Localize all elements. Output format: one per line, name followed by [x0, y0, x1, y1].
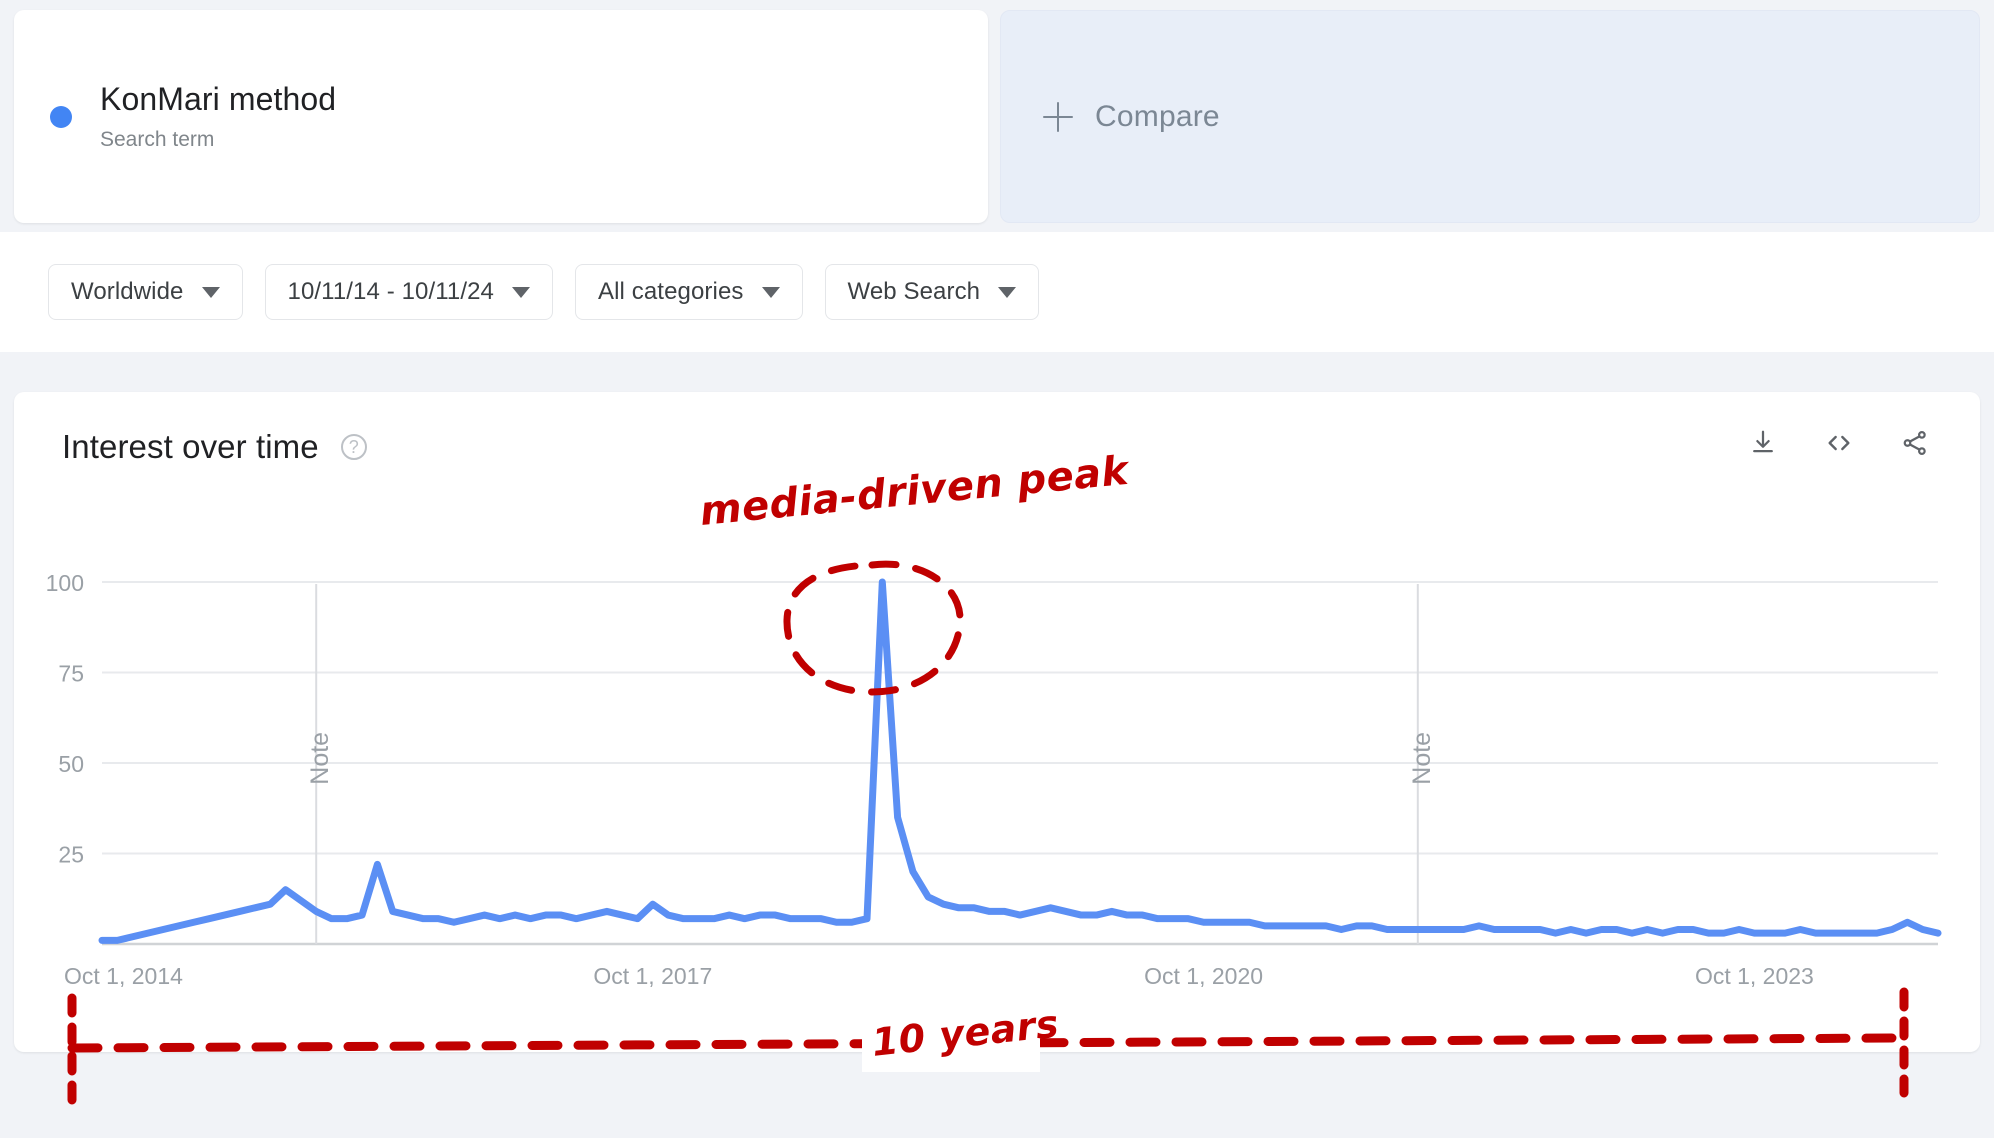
series-color-dot [50, 105, 72, 128]
compare-card[interactable]: Compare [1000, 10, 1980, 223]
search-type-filter[interactable]: Web Search [824, 264, 1040, 320]
interest-line-chart: 25 50 75 100 Note Note Oct 1, 2014 Oct 1, 2017 O… [46, 570, 1942, 989]
note-marker-label[interactable]: Note [1408, 732, 1436, 785]
section-divider [0, 352, 1994, 392]
search-term-title: KonMari method [100, 81, 337, 118]
plus-icon [1043, 101, 1073, 132]
chevron-down-icon [201, 286, 220, 298]
help-circle-icon[interactable]: ? [340, 434, 367, 460]
chevron-down-icon [512, 286, 531, 298]
y-axis-tick-label: 25 [58, 842, 84, 868]
region-filter-label: Worldwide [71, 278, 184, 305]
chart-plot-area[interactable]: 25 50 75 100 Note Note Oct 1, 2014 Oct 1, 2017 O… [14, 496, 1980, 1052]
date-range-filter-label: 10/11/14 - 10/11/24 [287, 278, 495, 305]
filter-bar: Worldwide 10/11/14 - 10/11/24 All catego… [0, 232, 1994, 352]
category-filter[interactable]: All categories [575, 264, 803, 320]
y-axis-tick-label: 75 [58, 661, 84, 687]
download-icon[interactable] [1746, 426, 1780, 460]
note-marker-label[interactable]: Note [306, 732, 334, 785]
chart-header: Interest over time ? [14, 392, 1980, 502]
date-range-filter[interactable]: 10/11/14 - 10/11/24 [264, 264, 554, 320]
search-type-filter-label: Web Search [847, 278, 981, 305]
search-term-bar: KonMari method Search term Compare [0, 0, 1994, 232]
search-term-card[interactable]: KonMari method Search term [14, 10, 988, 223]
compare-label: Compare [1095, 99, 1220, 133]
y-axis-tick-label: 50 [58, 751, 84, 777]
page-title: Interest over time [62, 428, 319, 465]
chevron-down-icon [761, 286, 780, 298]
chevron-down-icon [998, 286, 1017, 298]
region-filter[interactable]: Worldwide [48, 264, 243, 320]
interest-over-time-card: Interest over time ? 25 50 75 100 Note N… [14, 392, 1980, 1052]
share-icon[interactable] [1898, 426, 1932, 460]
x-axis-tick-label: Oct 1, 2020 [1144, 963, 1263, 989]
search-term-texts: KonMari method Search term [100, 81, 336, 152]
search-term-subtitle: Search term [100, 127, 215, 151]
chart-actions [1746, 426, 1932, 460]
y-axis-tick-label: 100 [46, 570, 84, 596]
embed-code-icon[interactable] [1822, 426, 1856, 460]
x-axis-tick-label: Oct 1, 2014 [64, 963, 183, 989]
x-axis-tick-label: Oct 1, 2017 [593, 963, 712, 989]
x-axis-tick-label: Oct 1, 2023 [1695, 963, 1814, 989]
category-filter-label: All categories [598, 278, 744, 305]
page-root: KonMari method Search term Compare World… [0, 0, 1994, 1138]
compare-inner: Compare [1043, 100, 1220, 134]
series-line[interactable] [98, 578, 1942, 944]
